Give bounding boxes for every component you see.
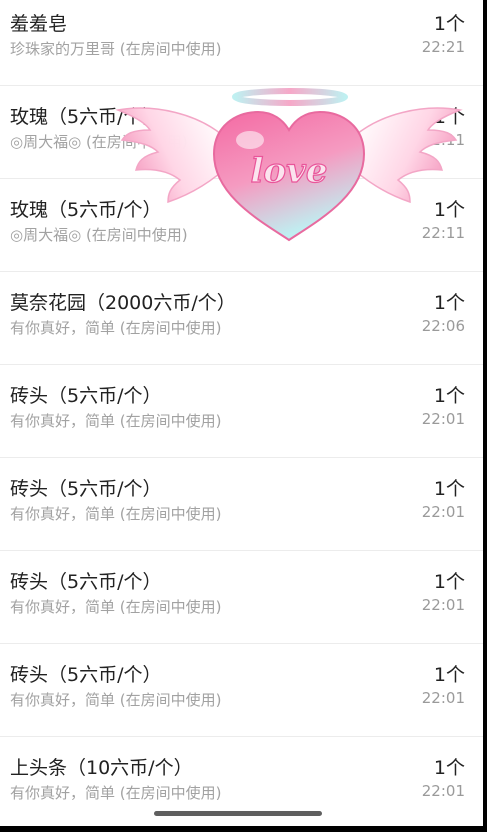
gift-sender: 有你真好，简单 (在房间中使用) xyxy=(10,784,222,802)
gift-time: 22:01 xyxy=(421,503,465,521)
gift-quantity: 1个 xyxy=(433,478,465,500)
gift-record-row[interactable]: 砖头（5六币/个） 有你真好，简单 (在房间中使用) 1个 22:01 xyxy=(0,644,483,737)
home-indicator[interactable] xyxy=(154,811,322,816)
gift-time: 22:01 xyxy=(421,410,465,428)
gift-name: 玫瑰（5六币/个） xyxy=(10,199,162,221)
gift-sender: 有你真好，简单 (在房间中使用) xyxy=(10,505,222,523)
gift-sender: 有你真好，简单 (在房间中使用) xyxy=(10,319,222,337)
gift-sender: 有你真好，简单 (在房间中使用) xyxy=(10,598,222,616)
gift-time: 22:11 xyxy=(421,131,465,149)
gift-sender: ◎周大福◎ (在房间中使用) xyxy=(10,226,188,244)
gift-record-screen: 羞羞皂 珍珠家的万里哥 (在房间中使用) 1个 22:21 玫瑰（5六币/个） … xyxy=(0,0,483,826)
gift-time: 22:21 xyxy=(421,38,465,56)
gift-quantity: 1个 xyxy=(433,106,465,128)
gift-quantity: 1个 xyxy=(433,199,465,221)
gift-quantity: 1个 xyxy=(433,757,465,779)
gift-name: 砖头（5六币/个） xyxy=(10,385,162,407)
gift-record-row[interactable]: 砖头（5六币/个） 有你真好，简单 (在房间中使用) 1个 22:01 xyxy=(0,365,483,458)
gift-quantity: 1个 xyxy=(433,571,465,593)
gift-name: 玫瑰（5六币/个） xyxy=(10,106,162,128)
gift-record-row[interactable]: 玫瑰（5六币/个） ◎周大福◎ (在房间中使用) 1个 22:11 xyxy=(0,179,483,272)
gift-sender: 有你真好，简单 (在房间中使用) xyxy=(10,412,222,430)
gift-name: 上头条（10六币/个） xyxy=(10,757,193,779)
gift-time: 22:11 xyxy=(421,224,465,242)
gift-sender: ◎周大福◎ (在房间中使用) xyxy=(10,133,188,151)
gift-sender: 珍珠家的万里哥 (在房间中使用) xyxy=(10,40,222,58)
gift-record-row[interactable]: 砖头（5六币/个） 有你真好，简单 (在房间中使用) 1个 22:01 xyxy=(0,551,483,644)
gift-record-row[interactable]: 莫奈花园（2000六币/个） 有你真好，简单 (在房间中使用) 1个 22:06 xyxy=(0,272,483,365)
gift-time: 22:01 xyxy=(421,782,465,800)
gift-quantity: 1个 xyxy=(433,664,465,686)
gift-record-row[interactable]: 玫瑰（5六币/个） ◎周大福◎ (在房间中使用) 1个 22:11 xyxy=(0,86,483,179)
gift-sender: 有你真好，简单 (在房间中使用) xyxy=(10,691,222,709)
gift-quantity: 1个 xyxy=(433,292,465,314)
gift-quantity: 1个 xyxy=(433,385,465,407)
gift-record-row[interactable]: 砖头（5六币/个） 有你真好，简单 (在房间中使用) 1个 22:01 xyxy=(0,458,483,551)
gift-time: 22:06 xyxy=(421,317,465,335)
gift-name: 砖头（5六币/个） xyxy=(10,478,162,500)
gift-name: 砖头（5六币/个） xyxy=(10,571,162,593)
gift-name: 砖头（5六币/个） xyxy=(10,664,162,686)
gift-name: 莫奈花园（2000六币/个） xyxy=(10,292,236,314)
gift-name: 羞羞皂 xyxy=(10,13,68,35)
gift-record-row[interactable]: 羞羞皂 珍珠家的万里哥 (在房间中使用) 1个 22:21 xyxy=(0,0,483,86)
gift-quantity: 1个 xyxy=(433,13,465,35)
gift-time: 22:01 xyxy=(421,596,465,614)
gift-time: 22:01 xyxy=(421,689,465,707)
